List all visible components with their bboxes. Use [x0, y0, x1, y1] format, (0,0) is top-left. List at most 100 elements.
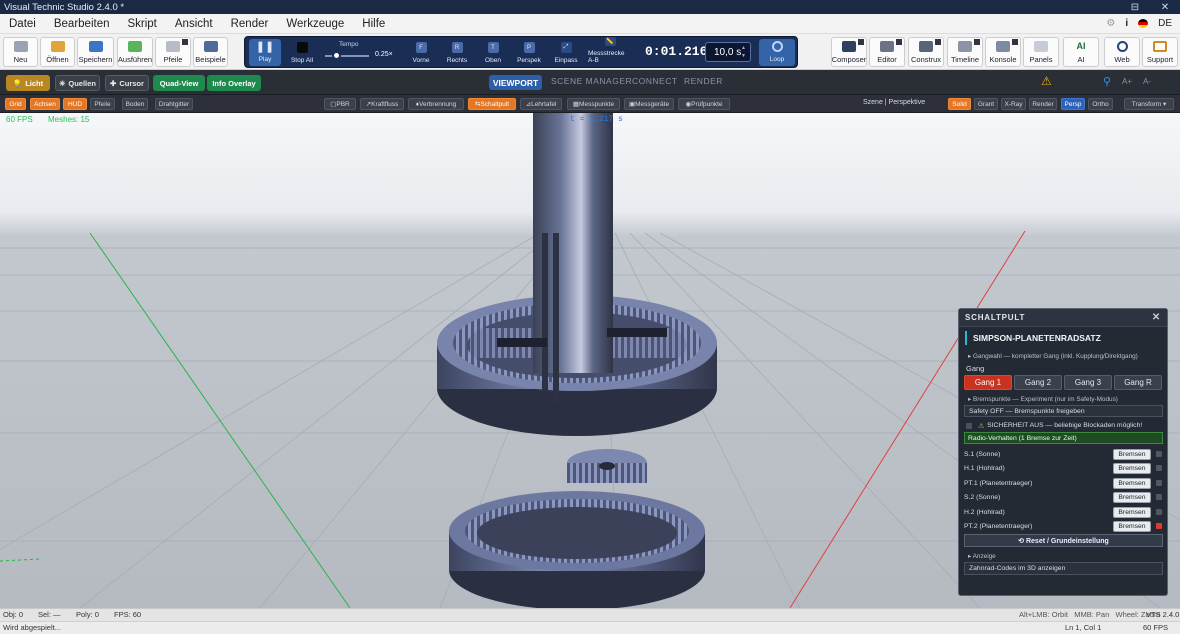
play-button[interactable]: ❚❚ Play	[249, 39, 281, 66]
menu-werkzeuge[interactable]: Werkzeuge	[277, 18, 353, 30]
fit-button[interactable]: ⤢ Einpass	[552, 37, 580, 67]
restore-button[interactable]: ⊟	[1120, 2, 1150, 13]
pause-icon: ❚❚	[255, 41, 275, 53]
tab-scene-manager[interactable]: SCENE MANAGER	[551, 76, 632, 86]
arrows-button[interactable]: Pfeile	[155, 37, 191, 67]
menu-datei[interactable]: Datei	[0, 18, 45, 30]
console-icon	[996, 41, 1010, 52]
tempo-slider-thumb[interactable]	[332, 51, 341, 60]
sources-button[interactable]: ✳ Quellen	[55, 75, 100, 91]
fit-label: Einpass	[554, 57, 578, 64]
hud-toggle[interactable]: HUD	[63, 98, 87, 110]
gear-codes-toggle[interactable]: Zahnrad-Codes im 3D anzeigen	[964, 562, 1163, 575]
transform-dropdown[interactable]: Transform ▾	[1124, 98, 1174, 110]
tab-render[interactable]: RENDER	[684, 76, 723, 86]
status-message: Wird abgespielt...	[3, 623, 61, 632]
persp-mode[interactable]: Persp	[1061, 98, 1085, 110]
menu-bearbeiten[interactable]: Bearbeiten	[45, 18, 119, 30]
measure-button[interactable]: 📏 Messstrecke A-B	[588, 37, 632, 67]
measure-points-toggle[interactable]: ▦ Messpunkte	[567, 98, 620, 110]
cursor-button[interactable]: ✚ Cursor	[105, 75, 149, 91]
light-toggle[interactable]: 💡 Licht	[6, 75, 50, 91]
brake-s1-button[interactable]: Bremsen	[1113, 449, 1151, 460]
tab-connect[interactable]: CONNECT	[632, 76, 678, 86]
timeline-button[interactable]: Timeline	[947, 37, 983, 67]
brake-pt2-button[interactable]: Bremsen	[1113, 521, 1151, 532]
brake-h1-button[interactable]: Bremsen	[1113, 463, 1151, 474]
run-label: Ausführen	[117, 55, 153, 64]
control-panel-window[interactable]: SCHALTPULT ✕ SIMPSON-PLANETENRADSATZ ▸ G…	[958, 308, 1168, 596]
gear-icon[interactable]: ⚙	[1106, 18, 1115, 29]
menu-ansicht[interactable]: Ansicht	[166, 18, 222, 30]
fit-icon: ⤢	[560, 42, 572, 53]
info-overlay-button[interactable]: Info Overlay	[207, 75, 261, 91]
sources-label: Quellen	[68, 78, 96, 88]
arrows-toggle[interactable]: Pfeile	[90, 98, 115, 110]
editor-button[interactable]: Editor	[869, 37, 905, 67]
menu-skript[interactable]: Skript	[118, 18, 165, 30]
console-button[interactable]: Konsole	[985, 37, 1021, 67]
gear-2-button[interactable]: Gang 2	[1014, 375, 1062, 390]
duration-input[interactable]: 10,0 s ▲ ▼	[705, 42, 751, 62]
solid-mode[interactable]: Solid	[948, 98, 971, 110]
gear-r-button[interactable]: Gang R	[1114, 375, 1162, 390]
tempo-slider[interactable]	[325, 51, 369, 60]
brake-h2-button[interactable]: Bremsen	[1113, 507, 1151, 518]
xray-mode[interactable]: X-Ray	[1001, 98, 1026, 110]
view-front-button[interactable]: F Vorne	[408, 37, 434, 67]
brake-pt1-button[interactable]: Bremsen	[1113, 478, 1151, 489]
warning-icon[interactable]: ⚠	[1041, 74, 1052, 88]
instruments-toggle[interactable]: ▣ Messgeräte	[624, 98, 674, 110]
pbr-toggle[interactable]: ▢ PBR	[324, 98, 356, 110]
view-persp-button[interactable]: P Perspek	[515, 37, 543, 67]
open-button[interactable]: Öffnen	[40, 37, 75, 67]
grant-mode[interactable]: Grant	[974, 98, 998, 110]
front-label: Vorne	[412, 57, 430, 64]
badge-icon	[935, 39, 941, 45]
spinner-icon[interactable]: ▲ ▼	[741, 44, 746, 60]
ortho-mode[interactable]: Ortho	[1088, 98, 1113, 110]
ai-button[interactable]: AI AI	[1063, 37, 1099, 67]
grid-toggle[interactable]: Grid	[5, 98, 26, 110]
save-button[interactable]: Speichern	[77, 37, 114, 67]
gear-3-button[interactable]: Gang 3	[1064, 375, 1112, 390]
wireframe-toggle[interactable]: Drahtgitter	[155, 98, 193, 110]
info-icon[interactable]: i	[1125, 18, 1128, 29]
run-button[interactable]: Ausführen	[117, 37, 153, 67]
axes-toggle[interactable]: Achsen	[30, 98, 60, 110]
stop-all-button[interactable]: Stop All	[286, 37, 318, 67]
view-right-button[interactable]: R Rechts	[444, 37, 470, 67]
support-button[interactable]: Support	[1142, 37, 1178, 67]
reset-button[interactable]: ⟲ Reset / Grundeinstellung	[964, 534, 1163, 547]
examples-button[interactable]: Beispiele	[193, 37, 228, 67]
floor-toggle[interactable]: Boden	[122, 98, 148, 110]
close-icon[interactable]: ✕	[1152, 312, 1161, 323]
search-icon[interactable]: ⚲	[1103, 75, 1111, 88]
control-panel-toggle[interactable]: ⇆ Schaltpult	[468, 98, 516, 110]
brake-s2-button[interactable]: Bremsen	[1113, 492, 1151, 503]
force-flow-toggle[interactable]: ↗ Kraftfluss	[360, 98, 404, 110]
web-button[interactable]: Web	[1104, 37, 1140, 67]
radio-behavior-toggle[interactable]: Radio-Verhalten (1 Bremse zur Zeit)	[964, 432, 1163, 444]
close-window-button[interactable]: ✕	[1150, 2, 1180, 13]
gear-1-button[interactable]: Gang 1	[964, 375, 1012, 390]
render-mode[interactable]: Render	[1029, 98, 1057, 110]
menu-hilfe[interactable]: Hilfe	[353, 18, 394, 30]
font-decrease-button[interactable]: A-	[1143, 77, 1151, 86]
tab-viewport[interactable]: VIEWPORT	[489, 75, 542, 90]
language-label[interactable]: DE	[1158, 18, 1172, 29]
combustion-toggle[interactable]: ♦ Verbrennung	[408, 98, 464, 110]
new-button[interactable]: Neu	[3, 37, 38, 67]
composer-button[interactable]: Composer	[831, 37, 867, 67]
menu-render[interactable]: Render	[222, 18, 278, 30]
warning-checkbox[interactable]	[966, 422, 972, 429]
view-top-button[interactable]: T Oben	[480, 37, 506, 67]
font-increase-button[interactable]: A+	[1122, 77, 1132, 86]
panels-button[interactable]: Panels	[1023, 37, 1059, 67]
construx-button[interactable]: Construx	[908, 37, 944, 67]
quad-view-button[interactable]: Quad-View	[153, 75, 205, 91]
test-points-toggle[interactable]: ◉ Prüfpunkte	[678, 98, 730, 110]
loop-button[interactable]: Loop	[759, 39, 795, 66]
teaching-board-toggle[interactable]: ⊿ Lehrtafel	[520, 98, 562, 110]
safety-toggle[interactable]: Safety OFF — Bremspunkte freigeben	[964, 405, 1163, 417]
